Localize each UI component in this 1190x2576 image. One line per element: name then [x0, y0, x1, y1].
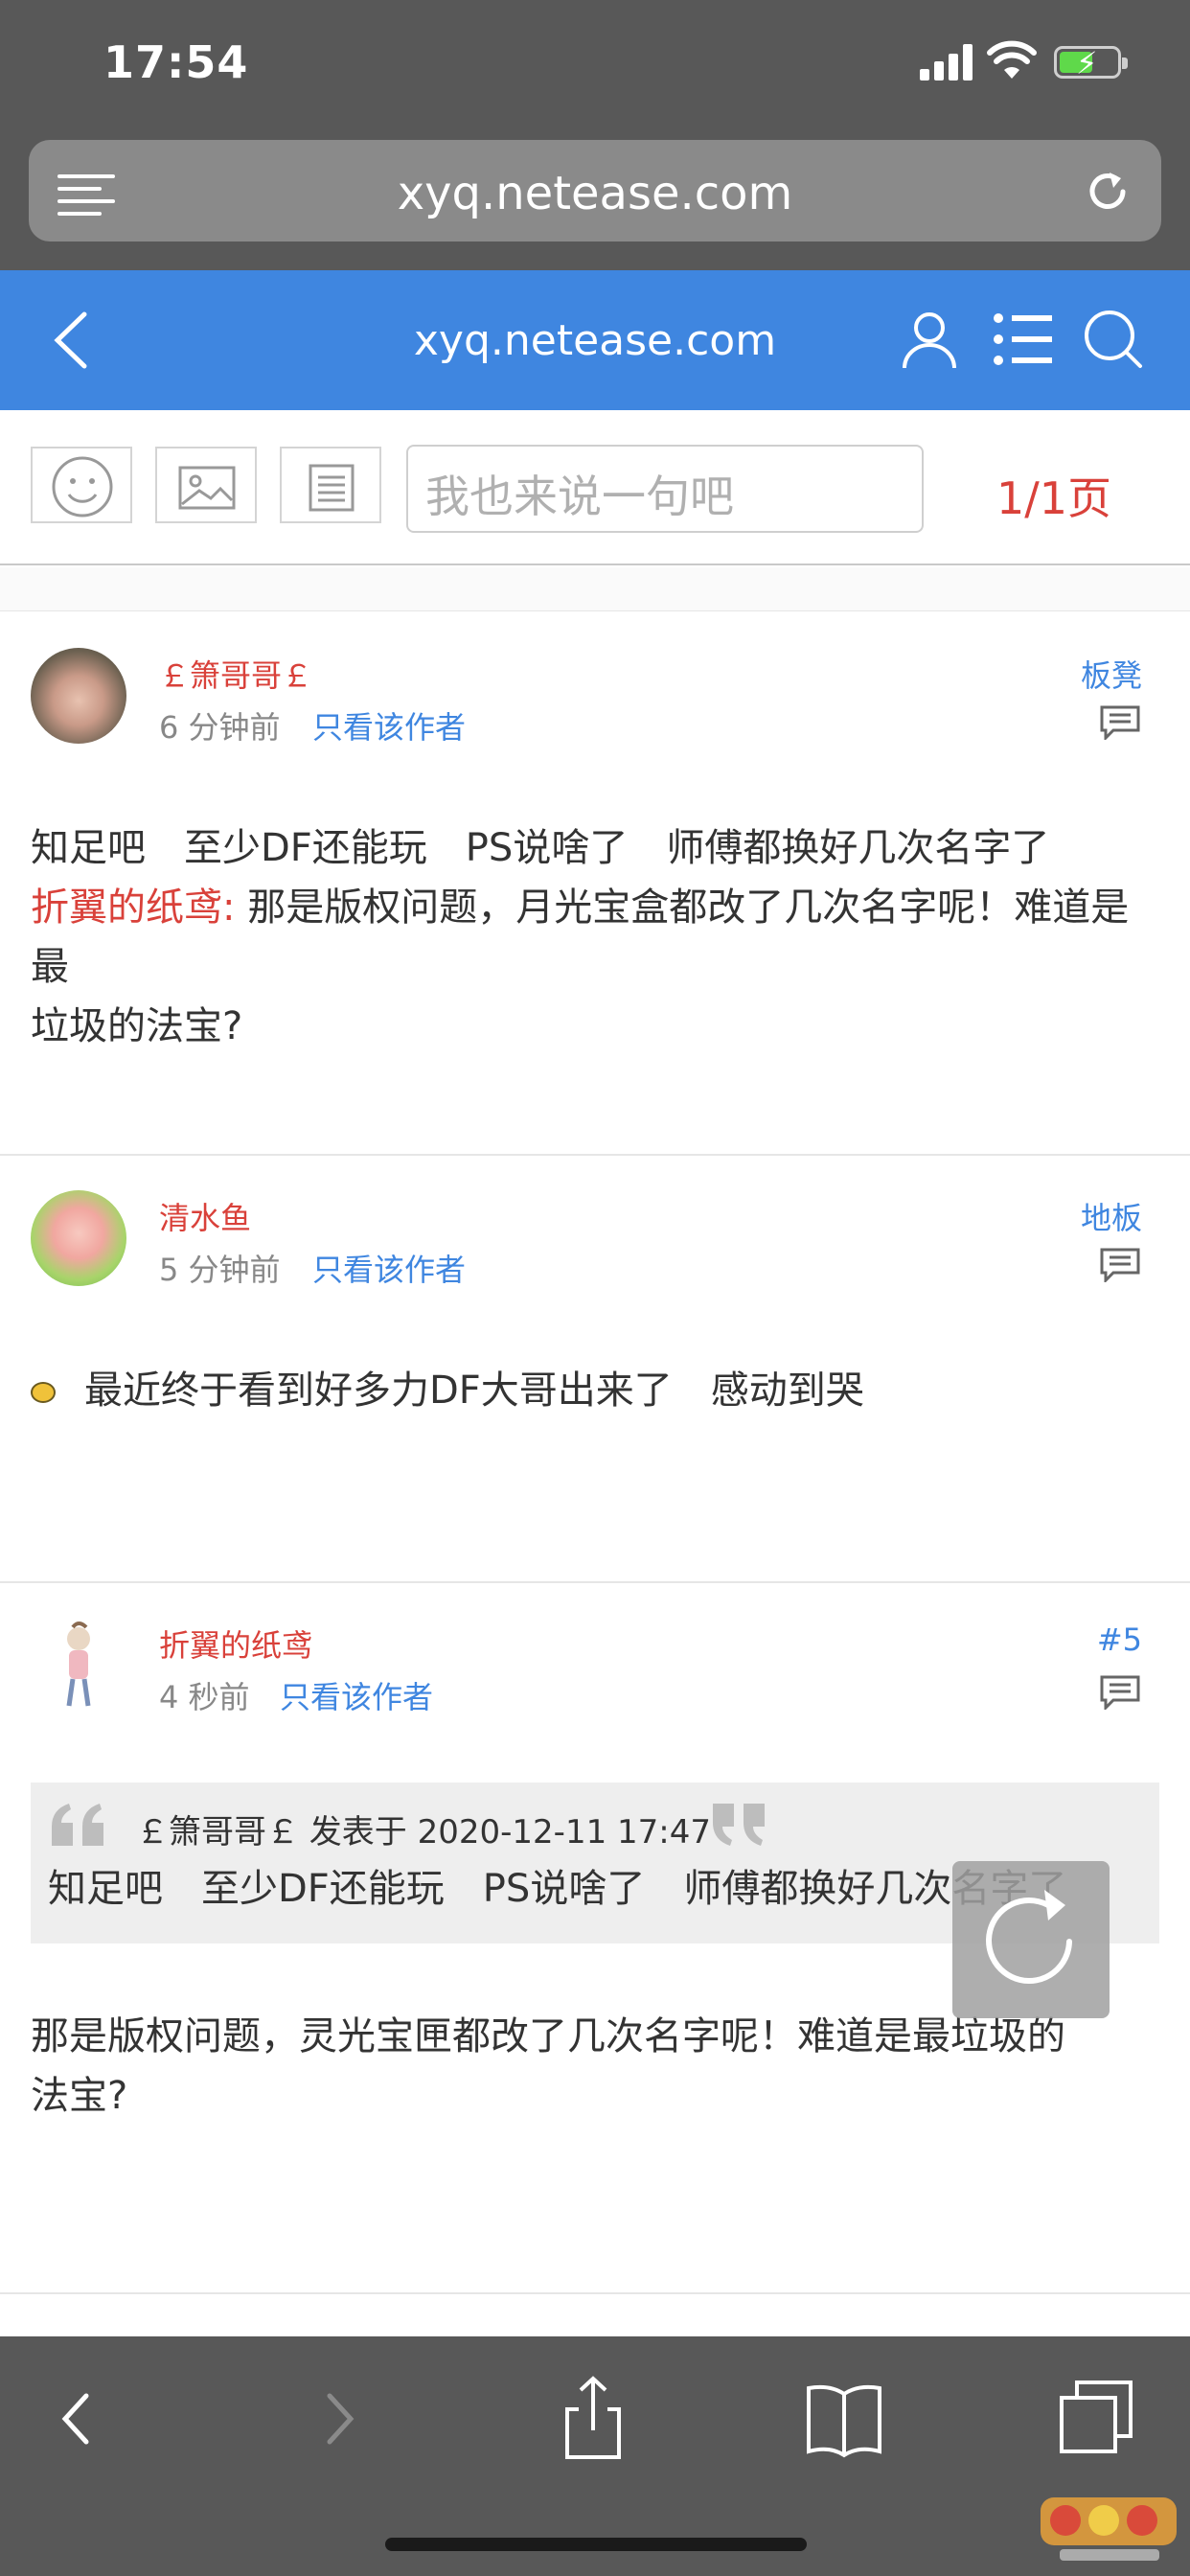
url-text[interactable]: xyq.netease.com	[29, 167, 1161, 220]
floor-label: #5	[1096, 1622, 1142, 1658]
image-button[interactable]	[155, 447, 257, 523]
list-icon[interactable]	[991, 307, 1056, 372]
post-time: 5 分钟前	[159, 1252, 281, 1288]
post-author[interactable]: 清水鱼	[159, 1194, 251, 1238]
post-author[interactable]: ￡箫哥哥￡	[159, 652, 312, 696]
divider	[0, 567, 1190, 611]
bookmarks-icon[interactable]	[801, 2375, 887, 2461]
post-item: 清水鱼 5 分钟前 只看该作者 地板 最近终于看到好多力DF大哥出来了 感动到哭	[0, 1156, 1190, 1583]
forward-arrow-icon[interactable]	[295, 2375, 381, 2461]
only-author-link[interactable]: 只看该作者	[312, 1246, 466, 1290]
floor-label: 地板	[1080, 1200, 1142, 1236]
browser-bottom-bar	[0, 2336, 1190, 2576]
reply-icon[interactable]	[1100, 1675, 1140, 1710]
browser-toolbar: xyq.netease.com	[0, 134, 1190, 270]
quote-header: ￡箫哥哥￡ 发表于 2020-12-11 17:47	[136, 1813, 711, 1852]
emoji-icon	[52, 456, 113, 518]
post-content: 那是版权问题，灵光宝匣都改了几次名字呢！难道是最垃圾的 法宝?	[31, 2007, 1161, 2126]
comment-input[interactable]: 我也来说一句吧	[406, 445, 924, 533]
refresh-icon	[986, 1890, 1072, 1984]
open-quote-icon	[52, 1804, 103, 1846]
search-icon[interactable]	[1081, 307, 1146, 372]
user-icon[interactable]	[897, 307, 962, 372]
text-icon	[309, 464, 355, 512]
avatar[interactable]	[31, 1618, 126, 1714]
avatar[interactable]	[31, 1190, 126, 1286]
quoted-user[interactable]: 折翼的纸鸢:	[31, 886, 235, 930]
emoticon-icon	[31, 1382, 56, 1403]
refresh-button[interactable]	[952, 1861, 1110, 2018]
emoji-button[interactable]	[31, 447, 132, 523]
content-line: 知足吧 至少DF还能玩 PS说啥了 师傅都换好几次名字了	[31, 826, 1050, 870]
floor-label: 板凳	[1080, 657, 1142, 694]
content-line: 法宝?	[31, 2074, 128, 2118]
post-time: 4 秒前	[159, 1679, 250, 1715]
status-time: 17:54	[103, 36, 249, 88]
content-line: 折翼的纸鸢: 那是版权问题，月光宝盒都改了几次名字呢！难道是最	[31, 878, 1161, 997]
image-icon	[178, 466, 236, 510]
home-indicator[interactable]	[385, 2538, 807, 2551]
close-quote-icon	[713, 1804, 765, 1846]
tabs-icon[interactable]	[1054, 2375, 1140, 2461]
battery-icon: ⚡	[1054, 45, 1128, 81]
share-icon[interactable]	[550, 2375, 636, 2461]
post-time: 6 分钟前	[159, 709, 281, 746]
back-arrow-icon[interactable]	[34, 2375, 121, 2461]
only-author-link[interactable]: 只看该作者	[280, 1673, 433, 1717]
forum-logo-watermark	[1041, 2497, 1177, 2561]
reply-icon[interactable]	[1100, 1248, 1140, 1282]
only-author-link[interactable]: 只看该作者	[312, 703, 466, 748]
post-author[interactable]: 折翼的纸鸢	[159, 1622, 312, 1666]
reply-icon[interactable]	[1100, 705, 1140, 740]
signal-icon	[920, 42, 975, 80]
wifi-icon	[987, 40, 1037, 79]
page-indicator[interactable]: 1/1页	[996, 464, 1111, 527]
content-line: 垃圾的法宝?	[31, 1004, 243, 1048]
reply-toolbar: 我也来说一句吧 1/1页	[0, 410, 1190, 565]
post-content: 最近终于看到好多力DF大哥出来了 感动到哭	[31, 1361, 1161, 1420]
reload-icon[interactable]	[1081, 165, 1134, 218]
text-button[interactable]	[280, 447, 381, 523]
address-bar[interactable]: xyq.netease.com	[29, 140, 1161, 242]
status-bar: 17:54 ⚡	[0, 0, 1190, 134]
content-text: 最近终于看到好多力DF大哥出来了 感动到哭	[84, 1368, 864, 1413]
post-content: 知足吧 至少DF还能玩 PS说啥了 师傅都换好几次名字了 折翼的纸鸢: 那是版权…	[31, 818, 1161, 1056]
site-header: xyq.netease.com	[0, 270, 1190, 410]
post-item: ￡箫哥哥￡ 6 分钟前 只看该作者 板凳 知足吧 至少DF还能玩 PS说啥了 师…	[0, 613, 1190, 1156]
quote-body: 知足吧 至少DF还能玩 PS说啥了 师傅都换好几次名字了	[48, 1867, 1067, 1911]
avatar[interactable]	[31, 648, 126, 744]
